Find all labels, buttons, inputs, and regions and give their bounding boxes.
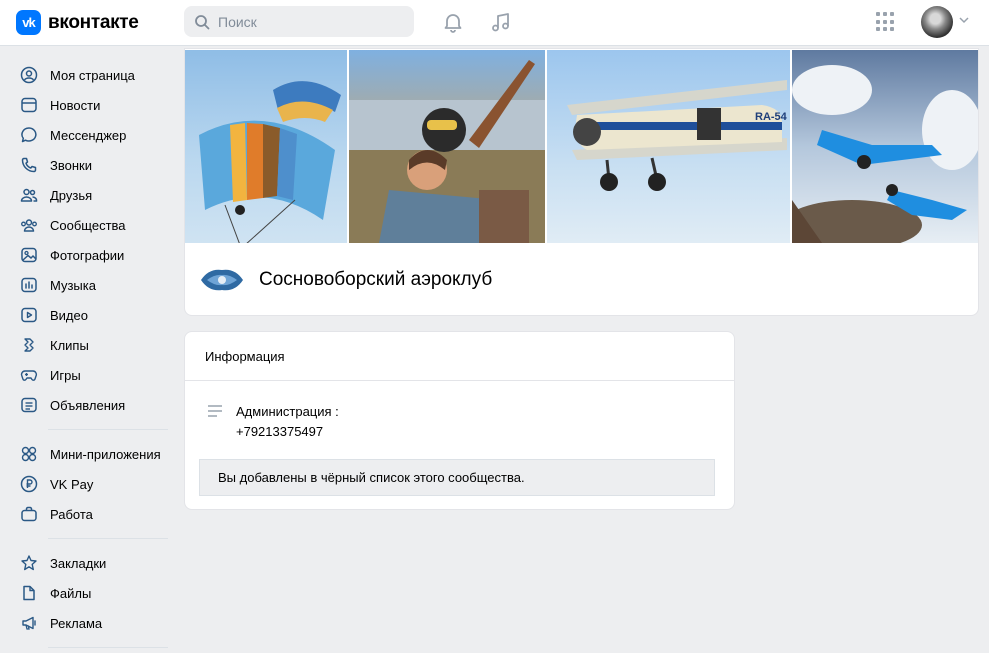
cover-photo-tandem[interactable] [349,50,545,243]
sidebar-item-label: Закладки [50,555,107,571]
sidebar-item-label: Сообщества [50,217,126,233]
info-title: Информация [185,332,734,381]
music-icon[interactable] [489,10,513,34]
message-icon [20,126,38,144]
group-cover-card: RA-54 Сосновоборский аэроклуб [184,48,979,316]
sidebar-item-ads[interactable]: Объявления [14,390,169,420]
top-header: vk вконтакте Поиск [0,0,989,46]
sidebar-item-bookmarks[interactable]: Закладки [14,548,169,578]
sidebar-item-clips[interactable]: Клипы [14,330,169,360]
search-input[interactable]: Поиск [184,6,414,37]
sidebar-item-music[interactable]: Музыка [14,270,169,300]
sidebar-item-label: Объявления [50,397,126,413]
group-logo[interactable] [199,266,245,294]
star-icon [20,554,38,572]
cover-photos: RA-54 [185,50,978,243]
sidebar-item-label: Музыка [50,277,96,293]
communities-icon [20,216,38,234]
sidebar-item-label: Друзья [50,187,93,203]
vk-logo-mark: vk [16,10,41,35]
sidebar-divider [48,538,168,539]
sidebar-item-label: Игры [50,367,81,383]
music-bars-icon [20,276,38,294]
sidebar: Моя страница Новости Мессенджер Звонки Д… [14,60,169,653]
blacklist-notice: Вы добавлены в чёрный список этого сообщ… [199,459,715,496]
vk-logo[interactable]: vk вконтакте [16,10,139,35]
sidebar-item-label: VK Pay [50,476,94,492]
cover-photo-airplane[interactable]: RA-54 [547,50,790,243]
sidebar-item-mini-apps[interactable]: Мини-приложения [14,439,169,469]
news-icon [20,96,38,114]
friends-icon [20,186,38,204]
gamepad-icon [20,366,38,384]
sidebar-item-messenger[interactable]: Мессенджер [14,120,169,150]
sidebar-item-photos[interactable]: Фотографии [14,240,169,270]
sidebar-item-files[interactable]: Файлы [14,578,169,608]
admin-phone[interactable]: +79213375497 [236,422,339,442]
search-placeholder: Поиск [218,13,257,30]
admin-label: Администрация : [236,404,339,419]
sidebar-item-label: Мини-приложения [50,446,161,462]
sidebar-item-label: Моя страница [50,67,135,83]
file-icon [20,584,38,602]
info-card: Информация Администрация : +79213375497 … [184,331,735,510]
sidebar-item-news[interactable]: Новости [14,90,169,120]
sidebar-item-label: Фотографии [50,247,125,263]
group-name: Сосновоборский аэроклуб [259,269,493,290]
megaphone-icon [20,614,38,632]
sidebar-divider [48,647,168,648]
info-admin-row: Администрация : +79213375497 [207,402,339,442]
group-title-row: Сосновоборский аэроклуб [185,244,978,315]
mini-apps-icon [20,445,38,463]
phone-icon [20,156,38,174]
chevron-down-icon[interactable] [959,16,969,24]
vkpay-icon [20,475,38,493]
sidebar-item-video[interactable]: Видео [14,300,169,330]
svg-text:RA-54: RA-54 [755,111,788,123]
text-lines-icon [208,405,222,417]
sidebar-item-games[interactable]: Игры [14,360,169,390]
photo-icon [20,246,38,264]
vk-logo-text: вконтакте [48,11,139,33]
sidebar-item-vk-pay[interactable]: VK Pay [14,469,169,499]
sidebar-item-communities[interactable]: Сообщества [14,210,169,240]
sidebar-item-friends[interactable]: Друзья [14,180,169,210]
clips-icon [20,336,38,354]
briefcase-icon [20,505,38,523]
user-circle-icon [20,66,38,84]
sidebar-item-work[interactable]: Работа [14,499,169,529]
sidebar-item-label: Мессенджер [50,127,127,143]
sidebar-item-label: Видео [50,307,88,323]
sidebar-item-calls[interactable]: Звонки [14,150,169,180]
avatar[interactable] [921,6,953,38]
apps-grid-icon[interactable] [876,12,896,32]
sidebar-item-label: Работа [50,506,93,522]
sidebar-item-label: Новости [50,97,101,113]
ads-list-icon [20,396,38,414]
sidebar-item-label: Клипы [50,337,89,353]
cover-photo-skydivers[interactable] [792,50,978,243]
sidebar-item-label: Звонки [50,157,92,173]
sidebar-item-my-page[interactable]: Моя страница [14,60,169,90]
cover-photo-parachute[interactable] [185,50,347,243]
sidebar-item-label: Файлы [50,585,92,601]
search-icon [195,14,210,29]
sidebar-divider [48,429,168,430]
video-icon [20,306,38,324]
sidebar-item-advertising[interactable]: Реклама [14,608,169,638]
bell-icon[interactable] [441,10,465,34]
sidebar-item-label: Реклама [50,615,103,631]
